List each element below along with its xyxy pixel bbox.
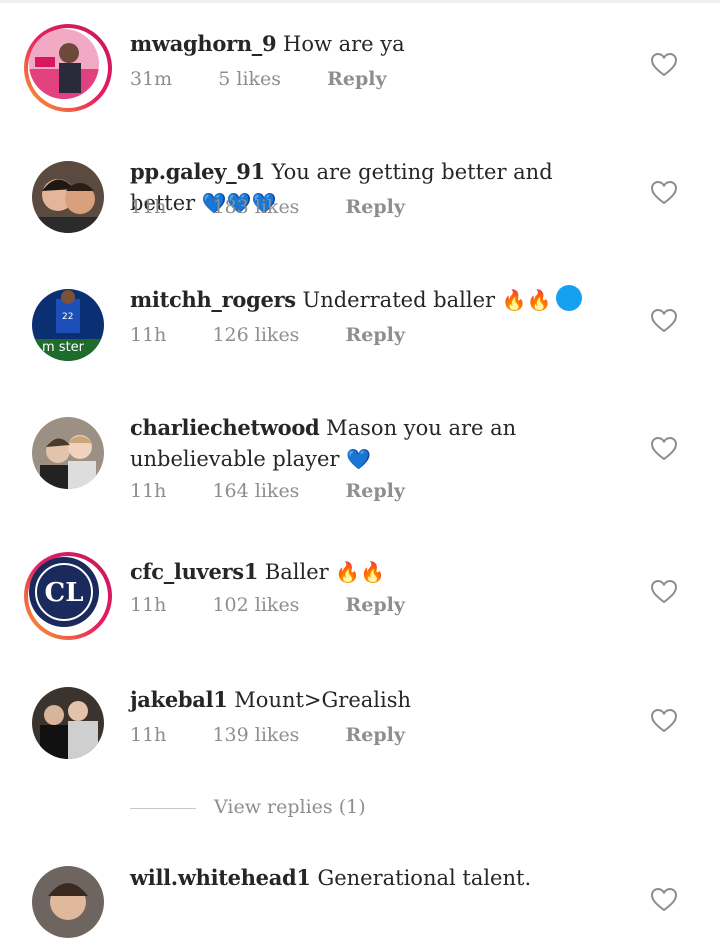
reply-button[interactable]: Reply [345,594,404,616]
comment-text-line: jakebal1 Mount>Grealish [130,684,620,716]
emoji: 🔥🔥 [501,288,552,312]
comment-item: CL cfc_luvers1 Baller 🔥🔥 11h 102 likes R… [0,532,720,664]
emoji: 💙 [346,447,372,471]
comment-username[interactable]: pp.galey_91 [130,159,265,184]
avatar[interactable] [32,161,104,233]
comment-item: pp.galey_91 You are getting better and b… [0,130,720,258]
avatar[interactable] [32,866,104,938]
comment-time: 11h [130,594,167,616]
comment-meta: 11h 164 likes Reply [130,480,445,502]
comment-item: mwaghorn_9 How are ya 31m 5 likes Reply [0,0,720,130]
comment-item: charliechetwood Mason you are an unbelie… [0,386,720,532]
comment-text-line: mitchh_rogers Underrated baller 🔥🔥 [130,284,620,316]
comment-time: 11h [130,324,167,346]
comment-username[interactable]: jakebal1 [130,687,228,712]
comment-likes[interactable]: 139 likes [212,724,299,746]
comment-likes[interactable]: 164 likes [212,480,299,502]
comment-item: will.whitehead1 Generational talent. [0,846,720,938]
comment-time: 11h [130,724,167,746]
heart-icon[interactable] [651,709,677,733]
reply-button[interactable]: Reply [345,324,404,346]
comment-text: Underrated baller [302,288,496,312]
comment-meta: 11h 139 likes Reply [130,724,445,746]
replies-divider [130,807,196,809]
comment-likes[interactable]: 126 likes [212,324,299,346]
avatar[interactable]: 22 m ster [32,289,104,361]
comment-text: Mount>Grealish [234,688,412,712]
reply-button[interactable]: Reply [345,196,404,218]
comment-text-line: will.whitehead1 Generational talent. [130,862,620,894]
svg-text:m ster: m ster [42,340,85,355]
comment-text-line: mwaghorn_9 How are ya [130,28,620,60]
comment-text: Baller [264,560,329,584]
comment-username[interactable]: mitchh_rogers [130,287,296,312]
heart-icon[interactable] [651,580,677,604]
comment-username[interactable]: cfc_luvers1 [130,559,258,584]
avatar[interactable]: CL [24,552,112,640]
svg-text:22: 22 [62,312,73,322]
comment-username[interactable]: charliechetwood [130,415,320,440]
comment-text: How are ya [283,32,405,56]
avatar[interactable] [32,687,104,759]
reply-button[interactable]: Reply [327,68,386,90]
comment-item: 22 m ster mitchh_rogers Underrated baller… [0,258,720,386]
emoji: 🔥🔥 [335,560,386,584]
heart-icon[interactable] [651,888,677,912]
comment-meta: 11h 102 likes Reply [130,594,445,616]
comment-username[interactable]: mwaghorn_9 [130,31,277,56]
comment-meta: 11h 183 likes Reply [130,196,445,218]
avatar[interactable] [32,417,104,489]
heart-icon[interactable] [651,309,677,333]
comment-meta: 31m 5 likes Reply [130,68,427,90]
heart-icon[interactable] [651,181,677,205]
view-replies-label: View replies (1) [214,796,366,818]
heart-icon[interactable] [651,437,677,461]
comment-time: 31m [130,68,173,90]
view-replies-button[interactable]: View replies (1) [130,796,366,818]
comment-likes[interactable]: 102 likes [212,594,299,616]
comment-text-line: charliechetwood Mason you are an unbelie… [130,412,620,475]
reply-button[interactable]: Reply [345,480,404,502]
comment-likes[interactable]: 183 likes [212,196,299,218]
comment-username[interactable]: will.whitehead1 [130,865,311,890]
reply-button[interactable]: Reply [345,724,404,746]
blue-circle-icon [555,285,582,311]
heart-icon[interactable] [651,53,677,77]
comment-item: jakebal1 Mount>Grealish 11h 139 likes Re… [0,664,720,784]
avatar[interactable] [24,24,112,112]
comment-likes[interactable]: 5 likes [218,68,281,90]
comment-text-line: cfc_luvers1 Baller 🔥🔥 [130,556,620,588]
comment-time: 11h [130,196,167,218]
comment-time: 11h [130,480,167,502]
comment-text: Generational talent. [317,866,532,890]
club-logo-text: CL [45,578,84,608]
comment-meta: 11h 126 likes Reply [130,324,445,346]
